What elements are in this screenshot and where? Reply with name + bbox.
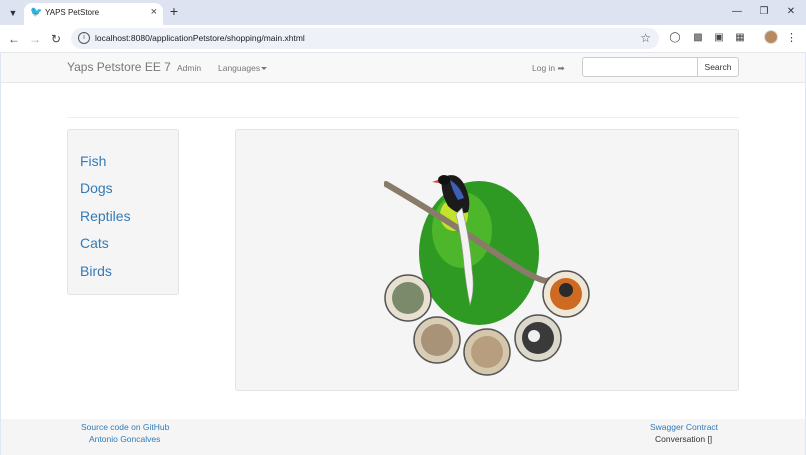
page-footer: Source code on GitHub Antonio Goncalves …	[1, 419, 805, 455]
author-link[interactable]: Antonio Goncalves	[89, 434, 160, 444]
extension-image-icon[interactable]: ▣	[713, 32, 725, 44]
search-button[interactable]: Search	[697, 57, 739, 77]
tab-search-icon[interactable]: ▼	[5, 5, 21, 21]
browser-tab[interactable]: 🐦 YAPS PetStore ×	[24, 3, 163, 25]
extension-puzzle-icon[interactable]: ▩	[692, 32, 704, 44]
page-viewport: Yaps Petstore EE 7 Admin Languages Log i…	[1, 53, 805, 455]
admin-link[interactable]: Admin	[177, 63, 201, 73]
login-label: Log in	[532, 63, 556, 73]
source-code-link[interactable]: Source code on GitHub	[81, 422, 169, 432]
new-tab-icon[interactable]: +	[167, 3, 181, 19]
category-link-birds[interactable]: Birds	[80, 263, 112, 279]
close-window-icon[interactable]: ✕	[781, 4, 801, 20]
back-icon[interactable]: ←	[6, 31, 22, 47]
top-navbar: Yaps Petstore EE 7 Admin Languages Log i…	[1, 53, 805, 83]
category-link-fish[interactable]: Fish	[80, 153, 106, 169]
browser-tabstrip: ▼ 🐦 YAPS PetStore × + — ❐ ✕	[0, 0, 806, 25]
search-input[interactable]	[582, 57, 698, 77]
restore-icon[interactable]: ❐	[754, 4, 774, 20]
category-link-reptiles[interactable]: Reptiles	[80, 208, 131, 224]
thumb-cloud-4	[514, 314, 562, 362]
category-link-cats[interactable]: Cats	[80, 235, 109, 251]
forward-icon[interactable]: →	[27, 31, 43, 47]
petstore-favicon-icon: 🐦	[30, 7, 43, 18]
minimize-icon[interactable]: —	[727, 4, 747, 20]
thumb-cloud-1	[384, 274, 432, 322]
languages-dropdown[interactable]: Languages	[218, 63, 268, 73]
sign-in-icon: ➡	[557, 63, 565, 73]
address-bar[interactable]: i localhost:8080/applicationPetstore/sho…	[71, 28, 659, 49]
thumb-cloud-3	[463, 328, 511, 376]
url-text[interactable]: localhost:8080/applicationPetstore/shopp…	[95, 33, 305, 43]
languages-label: Languages	[218, 63, 261, 73]
category-link-dogs[interactable]: Dogs	[80, 180, 113, 196]
petstore-splash-image	[384, 175, 590, 376]
thumb-cloud-5	[542, 270, 590, 318]
divider	[67, 117, 739, 118]
tab-close-icon[interactable]: ×	[151, 6, 157, 18]
extensions-icon[interactable]: ▦	[734, 32, 746, 44]
brand-link[interactable]: Yaps Petstore EE 7	[67, 60, 171, 74]
conversation-text: Conversation []	[655, 434, 713, 444]
browser-menu-icon[interactable]: ⋮	[786, 31, 797, 45]
bookmark-star-icon[interactable]: ☆	[640, 31, 651, 45]
hero-well	[235, 129, 739, 391]
category-sidebar: Fish Dogs Reptiles Cats Birds	[67, 129, 179, 295]
swagger-link[interactable]: Swagger Contract	[650, 422, 718, 432]
login-link[interactable]: Log in ➡	[532, 63, 565, 74]
caret-down-icon	[261, 67, 268, 71]
site-info-icon[interactable]: i	[78, 32, 90, 44]
reload-icon[interactable]: ↻	[48, 31, 64, 47]
extension-shield-icon[interactable]: ◯	[669, 32, 681, 44]
tab-title: YAPS PetStore	[45, 8, 100, 17]
thumb-cloud-2	[413, 316, 461, 364]
profile-avatar[interactable]	[764, 30, 778, 44]
browser-toolbar: ← → ↻ i localhost:8080/applicationPetsto…	[0, 25, 806, 53]
